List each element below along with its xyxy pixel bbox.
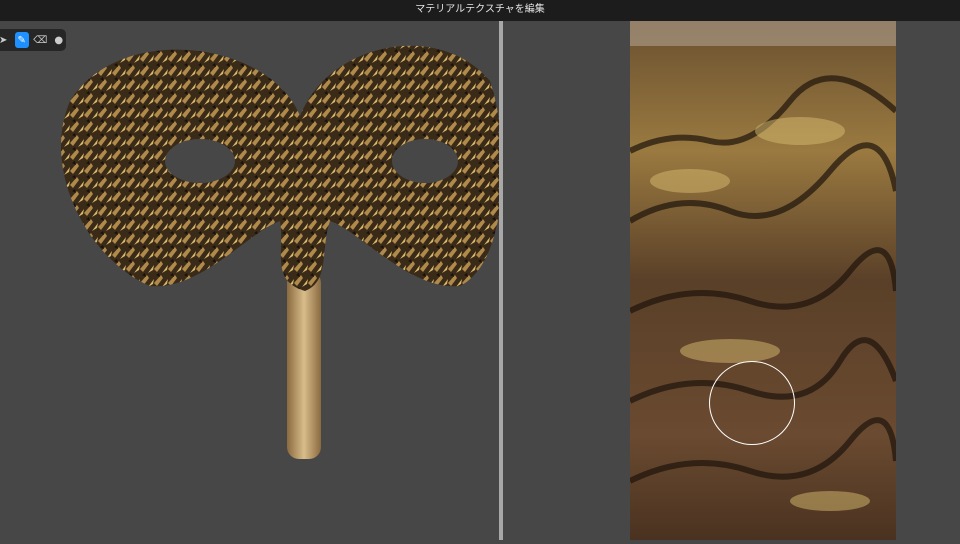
texture-image <box>630 21 896 540</box>
paint-toolbar: ➤ ✎ ⌫ ● <box>0 29 66 51</box>
fill-tool-button[interactable]: ● <box>52 32 67 48</box>
select-tool-button[interactable]: ➤ <box>0 32 11 48</box>
mask-model <box>61 45 503 459</box>
3d-model-viewport[interactable] <box>0 21 503 540</box>
brush-icon: ✎ <box>17 34 26 46</box>
drop-icon: ● <box>54 34 64 46</box>
window-title: マテリアルテクスチャを編集 <box>0 0 960 21</box>
eraser-icon: ⌫ <box>33 34 48 46</box>
eraser-tool-button[interactable]: ⌫ <box>33 32 48 48</box>
brush-tool-button[interactable]: ✎ <box>14 32 29 48</box>
brush-cursor <box>709 361 795 445</box>
texture-canvas[interactable] <box>630 21 896 540</box>
split-view-divider[interactable] <box>499 21 503 540</box>
arrow-icon: ➤ <box>0 34 8 46</box>
